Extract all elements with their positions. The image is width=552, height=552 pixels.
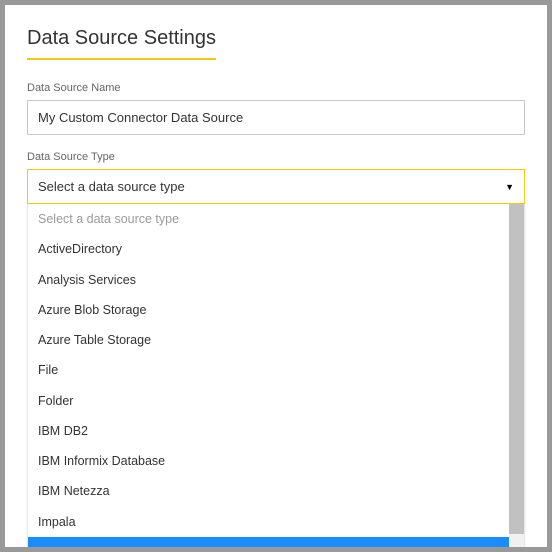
dropdown-option[interactable]: Azure Blob Storage <box>28 295 509 325</box>
dropdown-option[interactable]: File <box>28 355 509 385</box>
scroll-thumb[interactable] <box>509 204 524 534</box>
data-source-type-select[interactable]: Select a data source type ▼ <box>27 169 525 204</box>
data-source-type-label: Data Source Type <box>27 151 525 163</box>
dropdown-placeholder-option: Select a data source type <box>28 204 509 234</box>
settings-window: Data Source Settings Data Source Name Da… <box>5 5 547 547</box>
page-title: Data Source Settings <box>27 27 216 60</box>
select-display-text: Select a data source type <box>38 179 185 194</box>
dropdown-option[interactable]: IBM Netezza <box>28 476 509 506</box>
dropdown-option[interactable]: Azure Table Storage <box>28 325 509 355</box>
dropdown-option-selected[interactable]: My Custom Connector <box>28 537 509 547</box>
dropdown-option[interactable]: Folder <box>28 386 509 416</box>
dropdown-option[interactable]: IBM Informix Database <box>28 446 509 476</box>
data-source-name-input[interactable] <box>27 100 525 135</box>
dropdown-option[interactable]: ActiveDirectory <box>28 234 509 264</box>
dropdown-option[interactable]: Analysis Services <box>28 265 509 295</box>
data-source-name-label: Data Source Name <box>27 82 525 94</box>
dropdown-option[interactable]: IBM DB2 <box>28 416 509 446</box>
dropdown-scrollbar[interactable] <box>509 204 524 547</box>
chevron-down-icon: ▼ <box>505 182 514 192</box>
dropdown-option[interactable]: Impala <box>28 507 509 537</box>
dropdown-options-list: Select a data source type ActiveDirector… <box>28 204 509 547</box>
data-source-type-dropdown: Select a data source type ActiveDirector… <box>27 204 525 547</box>
